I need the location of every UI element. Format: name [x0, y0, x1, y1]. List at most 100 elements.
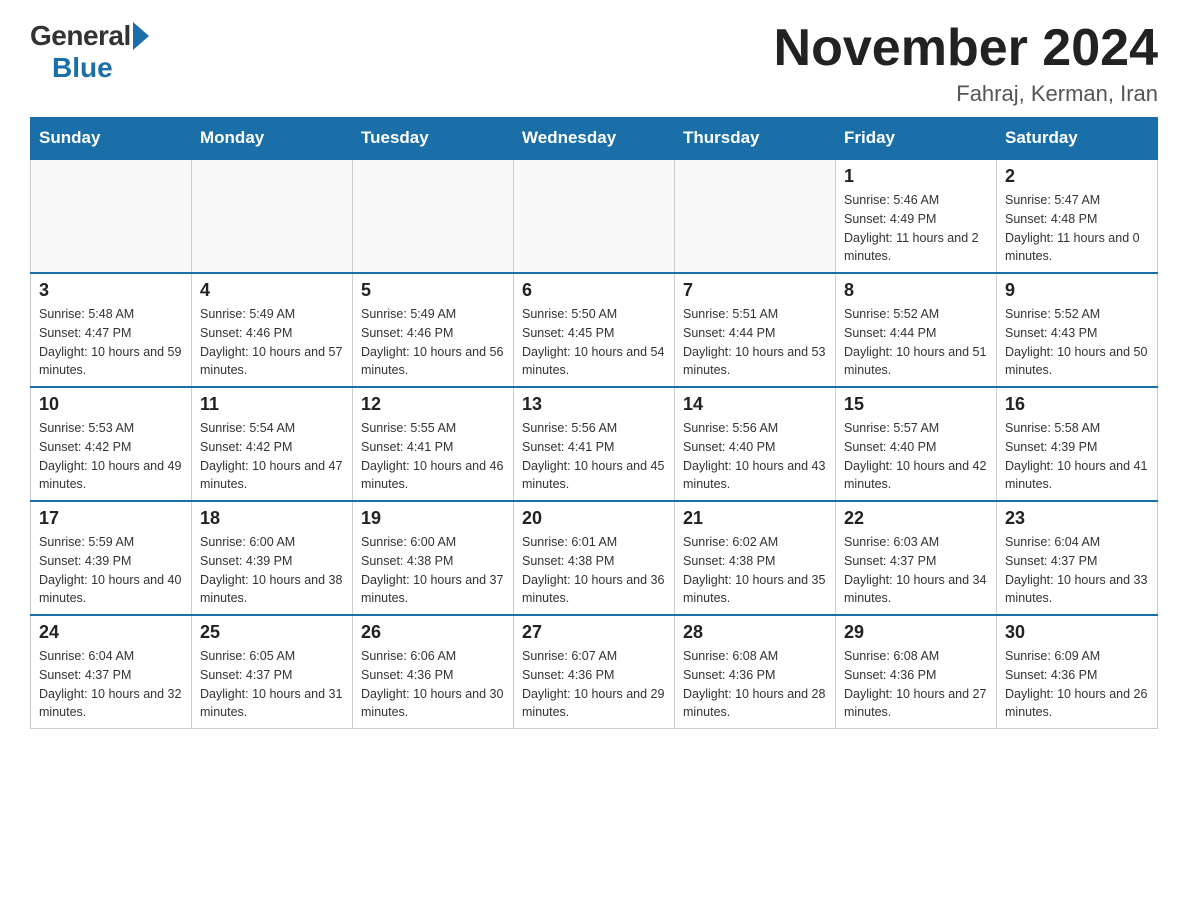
day-info: Sunrise: 6:03 AMSunset: 4:37 PMDaylight:…	[844, 533, 988, 608]
weekday-header-thursday: Thursday	[675, 118, 836, 160]
day-number: 13	[522, 394, 666, 415]
day-cell-7: 7 Sunrise: 5:51 AMSunset: 4:44 PMDaylight…	[675, 273, 836, 387]
day-info: Sunrise: 5:49 AMSunset: 4:46 PMDaylight:…	[200, 305, 344, 380]
day-cell-8: 8 Sunrise: 5:52 AMSunset: 4:44 PMDaylight…	[836, 273, 997, 387]
day-info: Sunrise: 5:56 AMSunset: 4:40 PMDaylight:…	[683, 419, 827, 494]
day-info: Sunrise: 5:46 AMSunset: 4:49 PMDaylight:…	[844, 191, 988, 266]
day-cell-21: 21 Sunrise: 6:02 AMSunset: 4:38 PMDayligh…	[675, 501, 836, 615]
day-cell-30: 30 Sunrise: 6:09 AMSunset: 4:36 PMDayligh…	[997, 615, 1158, 729]
day-number: 7	[683, 280, 827, 301]
weekday-header-monday: Monday	[192, 118, 353, 160]
weekday-header-friday: Friday	[836, 118, 997, 160]
logo-arrow-icon	[133, 22, 149, 50]
day-cell-2: 2Sunrise: 5:47 AMSunset: 4:48 PMDaylight…	[997, 159, 1158, 273]
day-info: Sunrise: 5:48 AMSunset: 4:47 PMDaylight:…	[39, 305, 183, 380]
day-cell-27: 27Sunrise: 6:07 AMSunset: 4:36 PMDayligh…	[514, 615, 675, 729]
day-info: Sunrise: 5:58 AMSunset: 4:39 PMDaylight:…	[1005, 419, 1149, 494]
day-number: 17	[39, 508, 183, 529]
day-cell-26: 26 Sunrise: 6:06 AMSunset: 4:36 PMDayligh…	[353, 615, 514, 729]
day-info: Sunrise: 5:47 AMSunset: 4:48 PMDaylight:…	[1005, 191, 1149, 266]
day-number: 14	[683, 394, 827, 415]
day-cell-28: 28 Sunrise: 6:08 AMSunset: 4:36 PMDayligh…	[675, 615, 836, 729]
day-cell-17: 17 Sunrise: 5:59 AMSunset: 4:39 PMDayligh…	[31, 501, 192, 615]
day-cell-1: 1 Sunrise: 5:46 AMSunset: 4:49 PMDaylight…	[836, 159, 997, 273]
day-number: 25	[200, 622, 344, 643]
day-cell-24: 24 Sunrise: 6:04 AMSunset: 4:37 PMDayligh…	[31, 615, 192, 729]
day-info: Sunrise: 6:05 AMSunset: 4:37 PMDaylight:…	[200, 647, 344, 722]
day-cell-25: 25 Sunrise: 6:05 AMSunset: 4:37 PMDayligh…	[192, 615, 353, 729]
week-row-4: 17 Sunrise: 5:59 AMSunset: 4:39 PMDayligh…	[31, 501, 1158, 615]
day-cell-11: 11Sunrise: 5:54 AMSunset: 4:42 PMDayligh…	[192, 387, 353, 501]
day-info: Sunrise: 6:00 AMSunset: 4:38 PMDaylight:…	[361, 533, 505, 608]
day-cell-9: 9Sunrise: 5:52 AMSunset: 4:43 PMDaylight…	[997, 273, 1158, 387]
weekday-header-saturday: Saturday	[997, 118, 1158, 160]
day-number: 1	[844, 166, 988, 187]
weekday-header-tuesday: Tuesday	[353, 118, 514, 160]
day-cell-10: 10 Sunrise: 5:53 AMSunset: 4:42 PMDayligh…	[31, 387, 192, 501]
day-info: Sunrise: 5:55 AMSunset: 4:41 PMDaylight:…	[361, 419, 505, 494]
week-row-1: 1 Sunrise: 5:46 AMSunset: 4:49 PMDaylight…	[31, 159, 1158, 273]
day-number: 18	[200, 508, 344, 529]
day-cell-23: 23 Sunrise: 6:04 AMSunset: 4:37 PMDayligh…	[997, 501, 1158, 615]
day-info: Sunrise: 5:52 AMSunset: 4:44 PMDaylight:…	[844, 305, 988, 380]
day-number: 12	[361, 394, 505, 415]
day-number: 23	[1005, 508, 1149, 529]
day-cell-20: 20 Sunrise: 6:01 AMSunset: 4:38 PMDayligh…	[514, 501, 675, 615]
day-cell-14: 14 Sunrise: 5:56 AMSunset: 4:40 PMDayligh…	[675, 387, 836, 501]
day-number: 3	[39, 280, 183, 301]
day-number: 4	[200, 280, 344, 301]
day-info: Sunrise: 6:09 AMSunset: 4:36 PMDaylight:…	[1005, 647, 1149, 722]
day-cell-6: 6Sunrise: 5:50 AMSunset: 4:45 PMDaylight…	[514, 273, 675, 387]
day-cell-3: 3 Sunrise: 5:48 AMSunset: 4:47 PMDaylight…	[31, 273, 192, 387]
week-row-2: 3 Sunrise: 5:48 AMSunset: 4:47 PMDaylight…	[31, 273, 1158, 387]
empty-cell	[675, 159, 836, 273]
day-number: 24	[39, 622, 183, 643]
day-cell-16: 16 Sunrise: 5:58 AMSunset: 4:39 PMDayligh…	[997, 387, 1158, 501]
page-header: General Blue November 2024 Fahraj, Kerma…	[30, 20, 1158, 107]
day-cell-29: 29Sunrise: 6:08 AMSunset: 4:36 PMDayligh…	[836, 615, 997, 729]
empty-cell	[192, 159, 353, 273]
day-number: 8	[844, 280, 988, 301]
day-info: Sunrise: 6:06 AMSunset: 4:36 PMDaylight:…	[361, 647, 505, 722]
logo-general-text: General	[30, 20, 131, 52]
day-cell-12: 12 Sunrise: 5:55 AMSunset: 4:41 PMDayligh…	[353, 387, 514, 501]
day-number: 30	[1005, 622, 1149, 643]
week-row-3: 10 Sunrise: 5:53 AMSunset: 4:42 PMDayligh…	[31, 387, 1158, 501]
day-info: Sunrise: 5:49 AMSunset: 4:46 PMDaylight:…	[361, 305, 505, 380]
day-info: Sunrise: 5:57 AMSunset: 4:40 PMDaylight:…	[844, 419, 988, 494]
day-number: 10	[39, 394, 183, 415]
day-number: 28	[683, 622, 827, 643]
logo-blue-text: Blue	[52, 52, 113, 84]
day-number: 20	[522, 508, 666, 529]
day-number: 27	[522, 622, 666, 643]
day-number: 21	[683, 508, 827, 529]
day-cell-13: 13 Sunrise: 5:56 AMSunset: 4:41 PMDayligh…	[514, 387, 675, 501]
day-cell-19: 19 Sunrise: 6:00 AMSunset: 4:38 PMDayligh…	[353, 501, 514, 615]
day-number: 15	[844, 394, 988, 415]
empty-cell	[31, 159, 192, 273]
day-number: 5	[361, 280, 505, 301]
day-info: Sunrise: 6:00 AMSunset: 4:39 PMDaylight:…	[200, 533, 344, 608]
day-info: Sunrise: 5:59 AMSunset: 4:39 PMDaylight:…	[39, 533, 183, 608]
day-cell-18: 18 Sunrise: 6:00 AMSunset: 4:39 PMDayligh…	[192, 501, 353, 615]
day-info: Sunrise: 5:53 AMSunset: 4:42 PMDaylight:…	[39, 419, 183, 494]
weekday-header-row: SundayMondayTuesdayWednesdayThursdayFrid…	[31, 118, 1158, 160]
day-info: Sunrise: 6:02 AMSunset: 4:38 PMDaylight:…	[683, 533, 827, 608]
day-number: 11	[200, 394, 344, 415]
day-info: Sunrise: 5:52 AMSunset: 4:43 PMDaylight:…	[1005, 305, 1149, 380]
day-info: Sunrise: 6:04 AMSunset: 4:37 PMDaylight:…	[1005, 533, 1149, 608]
day-info: Sunrise: 5:56 AMSunset: 4:41 PMDaylight:…	[522, 419, 666, 494]
week-row-5: 24 Sunrise: 6:04 AMSunset: 4:37 PMDayligh…	[31, 615, 1158, 729]
day-info: Sunrise: 5:50 AMSunset: 4:45 PMDaylight:…	[522, 305, 666, 380]
day-info: Sunrise: 6:01 AMSunset: 4:38 PMDaylight:…	[522, 533, 666, 608]
day-info: Sunrise: 5:51 AMSunset: 4:44 PMDaylight:…	[683, 305, 827, 380]
day-number: 16	[1005, 394, 1149, 415]
day-cell-5: 5 Sunrise: 5:49 AMSunset: 4:46 PMDaylight…	[353, 273, 514, 387]
month-title: November 2024	[774, 20, 1158, 77]
day-info: Sunrise: 6:08 AMSunset: 4:36 PMDaylight:…	[683, 647, 827, 722]
day-info: Sunrise: 6:04 AMSunset: 4:37 PMDaylight:…	[39, 647, 183, 722]
day-number: 26	[361, 622, 505, 643]
weekday-header-sunday: Sunday	[31, 118, 192, 160]
logo: General Blue	[30, 20, 149, 84]
day-number: 19	[361, 508, 505, 529]
